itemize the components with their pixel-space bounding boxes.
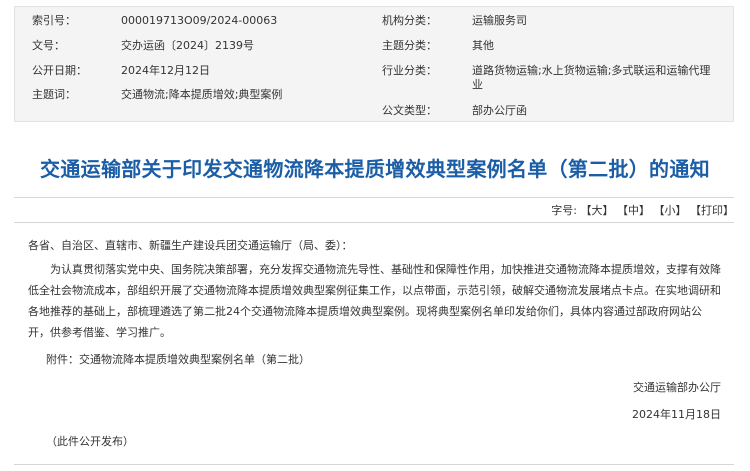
- attachment-line: 附件：交通物流降本提质增效典型案例名单（第二批）: [46, 353, 310, 366]
- org-category-value: 运输服务司: [472, 14, 527, 27]
- doc-type-label: 公文类型：: [382, 104, 437, 117]
- doc-number-label: 文号：: [32, 39, 65, 52]
- subject-category-value: 其他: [472, 39, 494, 52]
- title-divider: [14, 197, 734, 198]
- document-metadata-panel: 索引号： 000019713O09/2024-00063 机构分类： 运输服务司…: [14, 6, 734, 122]
- font-size-label: 字号:: [551, 204, 577, 217]
- keywords-value: 交通物流;降本提质增效;典型案例: [121, 88, 283, 101]
- font-size-small-link[interactable]: 【小】: [654, 204, 687, 217]
- doc-type-value: 部办公厅函: [472, 104, 527, 117]
- publish-note: （此件公开发布）: [46, 435, 134, 448]
- font-size-medium-link[interactable]: 【中】: [617, 204, 650, 217]
- publish-date-label: 公开日期：: [32, 64, 87, 77]
- index-value: 000019713O09/2024-00063: [121, 14, 278, 27]
- publish-date-value: 2024年12月12日: [121, 64, 210, 77]
- keywords-label: 主题词：: [32, 88, 76, 101]
- issue-date: 2024年11月18日: [632, 408, 721, 421]
- org-category-label: 机构分类：: [382, 14, 437, 27]
- subject-category-label: 主题分类：: [382, 39, 437, 52]
- industry-category-value-cont: 业: [472, 78, 483, 91]
- toolbar-divider: [14, 222, 734, 223]
- font-size-large-link[interactable]: 【大】: [581, 204, 614, 217]
- industry-category-value: 道路货物运输;水上货物运输;多式联运和运输代理: [472, 64, 711, 77]
- print-link[interactable]: 【打印】: [690, 204, 734, 217]
- footer-divider: [14, 464, 734, 465]
- index-label: 索引号：: [32, 14, 76, 27]
- body-paragraph: 为认真贯彻落实党中央、国务院决策部署，充分发挥交通物流先导性、基础性和保障性作用…: [28, 263, 721, 339]
- font-size-controls: 字号: 【大】 【中】 【小】 【打印】: [551, 202, 734, 218]
- industry-category-label: 行业分类：: [382, 64, 437, 77]
- page-title: 交通运输部关于印发交通物流降本提质增效典型案例名单（第二批）的通知: [40, 157, 710, 181]
- doc-number-value: 交办运函〔2024〕2139号: [121, 39, 254, 52]
- issuer-signature: 交通运输部办公厅: [633, 381, 721, 394]
- salutation: 各省、自治区、直辖市、新疆生产建设兵团交通运输厅（局、委）：: [28, 239, 353, 252]
